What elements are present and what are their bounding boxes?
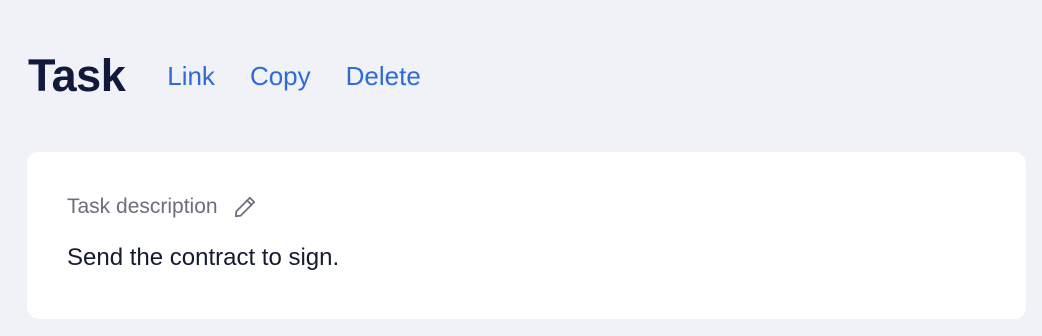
page-title: Task: [28, 50, 126, 101]
copy-action[interactable]: Copy: [250, 61, 311, 92]
description-label-row: Task description: [67, 194, 258, 220]
page-header: Task Link Copy Delete: [28, 46, 456, 106]
delete-action[interactable]: Delete: [346, 61, 421, 92]
header-actions: Link Copy Delete: [167, 61, 456, 92]
description-label: Task description: [67, 195, 218, 218]
link-action[interactable]: Link: [167, 61, 215, 92]
description-text: Send the contract to sign.: [67, 244, 340, 271]
pencil-icon[interactable]: [232, 194, 258, 220]
task-description-card: Task description Send the contract to si…: [27, 152, 1026, 319]
